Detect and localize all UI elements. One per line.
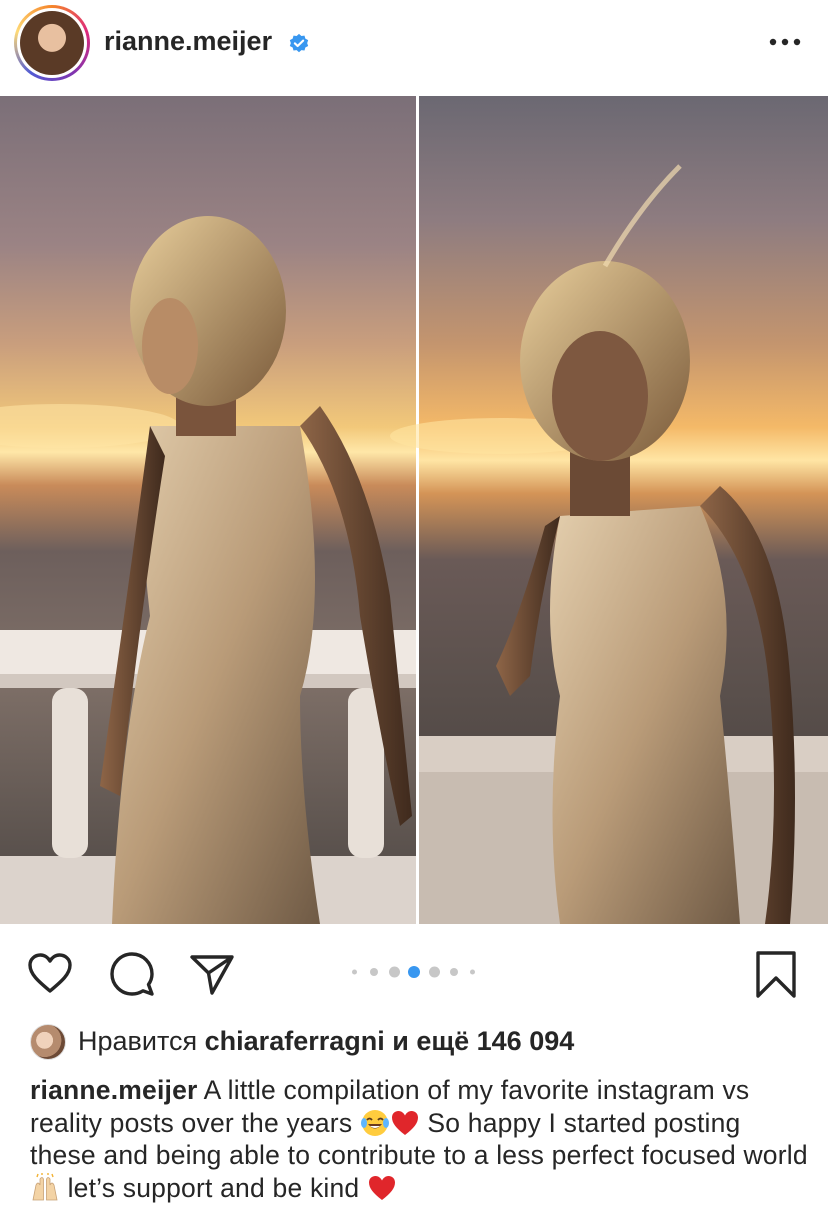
tears-of-joy-emoji-icon — [360, 1109, 389, 1136]
caption-username[interactable]: rianne.meijer — [30, 1075, 198, 1105]
likes-text: Нравится chiaraferragni и ещё 146 094 — [78, 1026, 574, 1057]
likes-row[interactable]: Нравится chiaraferragni и ещё 146 094 — [30, 1022, 810, 1062]
heart-icon[interactable] — [26, 950, 74, 998]
username[interactable]: rianne.meijer — [104, 26, 272, 57]
likes-prefix: Нравится — [78, 1026, 205, 1056]
red-heart-emoji-icon — [368, 1175, 395, 1200]
liker-avatar[interactable] — [30, 1024, 66, 1060]
raising-hands-emoji-icon — [32, 1172, 58, 1200]
post-header: rianne.meijer — [0, 0, 828, 96]
carousel-indicator — [348, 965, 488, 979]
carousel-dot — [370, 968, 378, 976]
carousel-dot-active — [408, 966, 420, 978]
carousel-dot — [389, 966, 400, 978]
post-image[interactable] — [0, 96, 828, 924]
caption-text-3: let’s support and be kind — [60, 1172, 367, 1203]
post-caption: rianne.meijer A little compilation of my… — [30, 1074, 810, 1204]
post-photo-collage — [0, 96, 828, 924]
red-heart-emoji-icon — [391, 1110, 418, 1135]
carousel-dot — [470, 969, 475, 975]
carousel-dot — [450, 968, 458, 976]
verified-badge-icon — [289, 33, 309, 53]
bookmark-icon[interactable] — [752, 950, 800, 998]
carousel-dot — [352, 969, 357, 975]
comment-icon[interactable] — [108, 950, 156, 998]
avatar[interactable] — [14, 5, 90, 81]
send-icon[interactable] — [188, 950, 236, 998]
liker-username[interactable]: chiaraferragni — [205, 1026, 385, 1056]
carousel-dot — [429, 966, 440, 978]
avatar-image — [20, 11, 84, 75]
likes-count[interactable]: и ещё 146 094 — [385, 1026, 574, 1056]
more-options-icon[interactable] — [768, 36, 802, 48]
